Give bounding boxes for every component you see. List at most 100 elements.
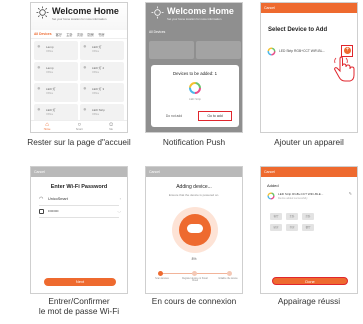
header-bar: Cancel <box>31 167 127 177</box>
cancel-link[interactable]: Cancel <box>34 170 45 174</box>
device-status: Offline <box>46 92 54 95</box>
done-button[interactable]: Done <box>272 277 348 285</box>
room-chip[interactable]: 客厅 <box>270 213 282 220</box>
next-button[interactable]: Next <box>44 278 116 286</box>
device-name: LED 灯 <box>46 108 56 112</box>
header-bar: Cancel <box>261 3 357 13</box>
room-chip[interactable]: 次卧 <box>302 213 314 220</box>
ring-icon <box>267 47 276 56</box>
device-status: Offline <box>46 71 54 74</box>
device-name: Lamp <box>46 66 54 70</box>
screen-wifi-password: Cancel Enter Wi-Fi Password ◠ UnicoSmart… <box>30 166 128 294</box>
bulb-icon: ● <box>83 65 87 71</box>
step-dot <box>227 271 232 276</box>
edit-icon[interactable]: ✎ <box>349 191 352 196</box>
room-tabs: All Devices 客厅 主卧 次卧 厨房 书房 <box>31 30 127 39</box>
device-status: Offline <box>46 50 54 53</box>
device-card[interactable]: ● LED 灯 Offline <box>34 83 78 102</box>
device-name: LED Strip RGB+CCT WiFi-BL... <box>279 49 326 53</box>
sun-icon <box>36 6 49 19</box>
device-grid: ● Lamp Offline ● LED 灯 Offline ● Lamp Of… <box>31 39 127 125</box>
bulb-icon: ● <box>83 107 87 113</box>
device-name: LED 灯 <box>92 45 102 49</box>
device-name: LED 灯 3 <box>92 87 105 91</box>
device-status: Device added successfully <box>278 197 308 200</box>
tab-room[interactable]: 厨房 <box>87 32 94 37</box>
device-card[interactable]: ● LED 灯 3 Offline <box>80 83 124 102</box>
step-label: Initialize the device <box>218 278 238 280</box>
home-header: Welcome Home Set your home location for … <box>31 3 127 30</box>
device-name: LED 灯 2 <box>92 66 105 70</box>
screen-pairing-success: Cancel Added LED Strip RGB+CCT WiFi-BLE.… <box>260 166 358 294</box>
bulb-icon: ● <box>83 44 87 50</box>
tab-all-devices[interactable]: All Devices <box>34 32 52 36</box>
room-chip[interactable]: 厨房 <box>270 224 282 231</box>
step-label: Scan devices <box>155 278 169 280</box>
nav-home[interactable]: ⌂ Home <box>44 122 51 131</box>
nav-smart-label: Smart <box>75 128 83 131</box>
wifi-icon: ◠ <box>39 196 44 202</box>
caption-connecting: En cours de connexion <box>151 296 237 306</box>
bottom-nav: ⌂ Home ○ Smart ☺ Me <box>31 120 127 132</box>
bulb-icon: ● <box>83 86 87 92</box>
cancel-link[interactable]: Cancel <box>264 6 275 10</box>
do-not-add-button[interactable]: Do not add <box>157 112 191 120</box>
wifi-title: Enter Wi-Fi Password <box>50 184 108 190</box>
device-name: LED 灯 <box>46 87 56 91</box>
divider <box>39 217 119 218</box>
push-tab: All Devices <box>149 30 166 34</box>
ring-icon <box>189 82 201 94</box>
room-chip[interactable]: 主卧 <box>286 213 298 220</box>
bulb-icon: ● <box>37 65 41 71</box>
device-card[interactable]: ● Lamp Offline <box>34 62 78 81</box>
nav-me[interactable]: ☺ Me <box>108 122 114 131</box>
cancel-link[interactable]: Cancel <box>149 170 160 174</box>
screen-adding-device: Cancel Adding device... Ensure that the … <box>145 166 243 294</box>
bulb-icon: ● <box>37 86 41 92</box>
screen-push-notification: Welcome Home Set your home location for … <box>145 2 243 133</box>
plus-icon: + <box>344 47 351 54</box>
caption-push: Notification Push <box>162 137 226 147</box>
eye-icon[interactable]: ◡ <box>118 208 122 213</box>
ssid-value: UnicoSmart <box>48 197 68 201</box>
cancel-link[interactable]: Cancel <box>264 170 275 174</box>
go-to-add-button[interactable]: Go to add <box>198 111 232 121</box>
added-device-row: LED Strip RGB+CCT WiFi-BLE... Device add… <box>267 191 353 203</box>
sun-icon <box>151 6 164 19</box>
password-field[interactable]: •••••••• <box>48 209 59 213</box>
tab-room[interactable]: 主卧 <box>66 32 73 37</box>
tab-room[interactable]: 书房 <box>98 32 105 37</box>
password-row[interactable]: •••••••• ◡ <box>39 208 121 216</box>
added-label: Added <box>267 183 279 188</box>
room-chip[interactable]: 餐厅 <box>302 224 314 231</box>
push-home-title: Welcome Home <box>167 6 234 16</box>
cloud-icon <box>187 224 203 233</box>
device-status: Offline <box>92 50 100 53</box>
step-dot <box>192 271 197 276</box>
push-home-subtitle: Set your home location for more informat… <box>167 17 222 21</box>
nav-smart[interactable]: ○ Smart <box>76 122 83 131</box>
dialog-title: Devices to be added: 1 <box>173 71 217 76</box>
home-subtitle: Set your home location for more informat… <box>52 17 107 21</box>
nav-me-label: Me <box>109 128 113 131</box>
ssid-row[interactable]: ◠ UnicoSmart › <box>39 196 121 204</box>
device-card[interactable]: ● Lamp Offline <box>34 41 78 60</box>
caption-home: Rester sur la page d"accueil <box>27 137 131 147</box>
home-title: Welcome Home <box>52 6 119 16</box>
tab-room[interactable]: 客厅 <box>56 32 63 37</box>
device-card <box>149 41 194 59</box>
nav-home-label: Home <box>43 128 51 131</box>
device-name: Lamp <box>46 45 54 49</box>
room-chip[interactable]: 书房 <box>286 224 298 231</box>
screen-home: Welcome Home Set your home location for … <box>30 2 128 133</box>
device-card[interactable]: ● LED 灯 2 Offline <box>80 62 124 81</box>
bulb-icon: ● <box>37 107 41 113</box>
progress-percent: 8% <box>191 257 197 261</box>
bulb-icon: ● <box>37 44 41 50</box>
device-card[interactable]: ● LED 灯 Offline <box>80 41 124 60</box>
tab-room[interactable]: 次卧 <box>77 32 84 37</box>
dialog-device-label: LED Strip <box>189 97 201 101</box>
device-status: Offline <box>92 92 100 95</box>
caption-success: Appairage réussi <box>277 296 341 306</box>
header-bar: Cancel <box>146 167 242 177</box>
